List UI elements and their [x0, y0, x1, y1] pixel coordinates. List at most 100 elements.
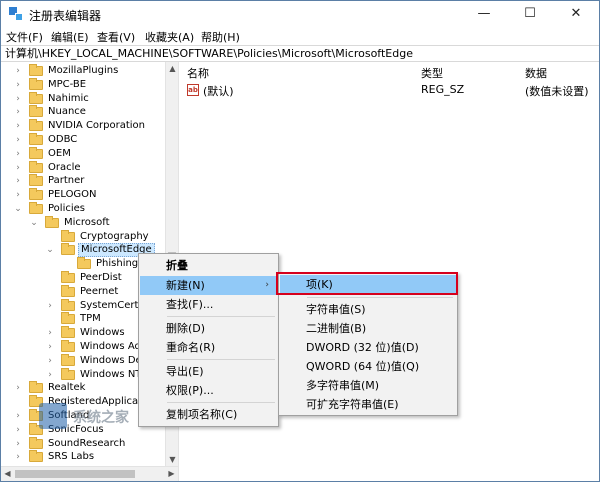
tree-item[interactable]: › SRS Labs — [1, 450, 165, 464]
tree-item-label[interactable]: Nahimic — [46, 92, 91, 106]
menu-edit[interactable]: 编辑(E) — [51, 29, 89, 45]
tree-expander-icon[interactable]: › — [45, 340, 55, 354]
tree-expander-icon[interactable]: › — [13, 105, 23, 119]
hscroll-thumb[interactable] — [15, 470, 135, 478]
folder-icon — [61, 298, 75, 311]
folder-icon — [29, 146, 43, 159]
ctx-rename[interactable]: 重命名(R) — [140, 338, 277, 357]
tree-item[interactable]: › Nahimic — [1, 91, 165, 106]
tree-expander-icon[interactable]: › — [13, 147, 23, 161]
menu-separator — [167, 316, 275, 317]
tree-item-label[interactable]: SoundResearch — [46, 437, 127, 451]
tree-expander-icon[interactable]: ⌄ — [45, 243, 55, 257]
submenu-qword-value[interactable]: QWORD (64 位)值(Q) — [280, 357, 456, 376]
submenu-binary-value[interactable]: 二进制值(B) — [280, 319, 456, 338]
tree-item[interactable]: › PELOGON — [1, 188, 165, 202]
tree-horizontal-scrollbar[interactable]: ◀ ▶ — [1, 466, 178, 481]
tree-item-label[interactable]: Partner — [46, 174, 86, 188]
tree-item-label[interactable]: Realtek — [46, 381, 87, 395]
tree-item[interactable]: › MPC-BE — [1, 77, 165, 92]
tree-expander-icon[interactable]: › — [13, 174, 23, 188]
tree-item[interactable]: ⌄ Microsoft — [1, 215, 165, 230]
close-button[interactable]: ✕ — [553, 1, 599, 27]
tree-item-label[interactable]: Oracle — [46, 161, 83, 175]
tree-item-label[interactable]: PELOGON — [46, 188, 99, 202]
tree-item[interactable]: › OEM — [1, 146, 165, 161]
address-bar[interactable]: 计算机\HKEY_LOCAL_MACHINE\SOFTWARE\Policies… — [1, 45, 599, 62]
tree-expander-icon[interactable]: › — [13, 64, 23, 78]
value-name[interactable]: (默认) — [203, 83, 234, 99]
tree-item[interactable]: › Nuance — [1, 105, 165, 119]
ctx-export[interactable]: 导出(E) — [140, 362, 277, 381]
folder-icon — [29, 64, 43, 76]
tree-item-label[interactable]: Windows NT — [78, 368, 143, 382]
tree-item[interactable]: › ODBC — [1, 133, 165, 147]
tree-expander-icon[interactable]: › — [13, 119, 23, 133]
tree-item-label[interactable]: Cryptography — [78, 230, 151, 244]
menu-help[interactable]: 帮助(H) — [201, 29, 240, 45]
tree-item-label[interactable]: SRS Labs — [46, 450, 96, 464]
tree-item-label[interactable]: ODBC — [46, 133, 79, 147]
maximize-button[interactable]: ☐ — [507, 1, 553, 27]
tree-item-label[interactable]: Policies — [46, 202, 87, 216]
tree-expander-icon[interactable]: › — [13, 78, 23, 92]
ctx-new[interactable]: 新建(N) › — [140, 276, 277, 295]
tree-expander-icon[interactable]: › — [45, 368, 55, 382]
ctx-delete[interactable]: 删除(D) — [140, 319, 277, 338]
submenu-expandable-string-value[interactable]: 可扩充字符串值(E) — [280, 395, 456, 414]
tree-expander-icon[interactable]: › — [13, 92, 23, 106]
tree-expander-icon[interactable]: › — [13, 437, 23, 451]
tree-expander-icon[interactable]: › — [13, 188, 23, 202]
window-title: 注册表编辑器 — [29, 9, 102, 23]
submenu-multi-string-value[interactable]: 多字符串值(M) — [280, 376, 456, 395]
tree-expander-icon[interactable]: ⌄ — [29, 216, 39, 230]
folder-icon — [61, 271, 75, 283]
tree-expander-icon[interactable]: › — [45, 326, 55, 340]
tree-expander-icon[interactable]: ⌄ — [13, 202, 23, 216]
tree-item[interactable]: ⌄ Policies — [1, 202, 165, 216]
column-header-type[interactable]: 类型 — [421, 65, 443, 81]
tree-expander-icon[interactable]: › — [45, 354, 55, 368]
watermark-logo-icon — [39, 403, 67, 429]
tree-item[interactable]: Cryptography — [1, 229, 165, 244]
tree-item[interactable]: › SoundResearch — [1, 436, 165, 451]
ctx-find[interactable]: 查找(F)... — [140, 295, 277, 314]
tree-item-label[interactable]: MPC-BE — [46, 78, 88, 92]
tree-expander-icon[interactable]: › — [13, 409, 23, 423]
tree-item-label[interactable]: TPM — [78, 312, 103, 326]
scroll-right-icon[interactable]: ▶ — [165, 467, 178, 481]
tree-item-label[interactable]: OEM — [46, 147, 73, 161]
menu-file[interactable]: 文件(F) — [6, 29, 43, 45]
ctx-collapse[interactable]: 折叠 — [140, 256, 277, 275]
tree-item-label[interactable]: PeerDist — [78, 271, 124, 285]
tree-expander-icon[interactable]: › — [13, 133, 23, 147]
tree-item[interactable]: › MozillaPlugins — [1, 64, 165, 78]
tree-item-label[interactable]: Peernet — [78, 285, 120, 299]
highlight-callout-box — [276, 272, 458, 295]
tree-expander-icon[interactable]: › — [13, 161, 23, 175]
column-header-name[interactable]: 名称 — [187, 65, 209, 81]
tree-item-label[interactable]: NVIDIA Corporation — [46, 119, 147, 133]
tree-item-label[interactable]: Nuance — [46, 105, 88, 119]
ctx-copy-key-name[interactable]: 复制项名称(C) — [140, 405, 277, 424]
tree-expander-icon[interactable]: › — [13, 423, 23, 437]
submenu-arrow-icon: › — [265, 280, 269, 290]
menu-favorites[interactable]: 收藏夹(A) — [145, 29, 194, 45]
tree-item-label[interactable]: Microsoft — [62, 216, 112, 230]
tree-expander-icon[interactable]: › — [13, 381, 23, 395]
tree-item[interactable]: › Oracle — [1, 160, 165, 175]
tree-expander-icon[interactable]: › — [13, 450, 23, 464]
tree-item-label[interactable]: Windows — [78, 326, 127, 340]
column-header-data[interactable]: 数据 — [525, 65, 547, 81]
tree-item[interactable]: › Partner — [1, 174, 165, 188]
tree-item-label[interactable]: MozillaPlugins — [46, 64, 120, 78]
tree-item[interactable]: › NVIDIA Corporation — [1, 119, 165, 133]
tree-expander-icon[interactable]: › — [45, 299, 55, 313]
menubar: 文件(F) 编辑(E) 查看(V) 收藏夹(A) 帮助(H) — [1, 27, 599, 45]
ctx-permissions[interactable]: 权限(P)... — [140, 381, 277, 400]
minimize-button[interactable]: — — [461, 1, 507, 27]
submenu-string-value[interactable]: 字符串值(S) — [280, 300, 456, 319]
menu-view[interactable]: 查看(V) — [97, 29, 135, 45]
submenu-dword-value[interactable]: DWORD (32 位)值(D) — [280, 338, 456, 357]
scroll-left-icon[interactable]: ◀ — [1, 467, 14, 481]
